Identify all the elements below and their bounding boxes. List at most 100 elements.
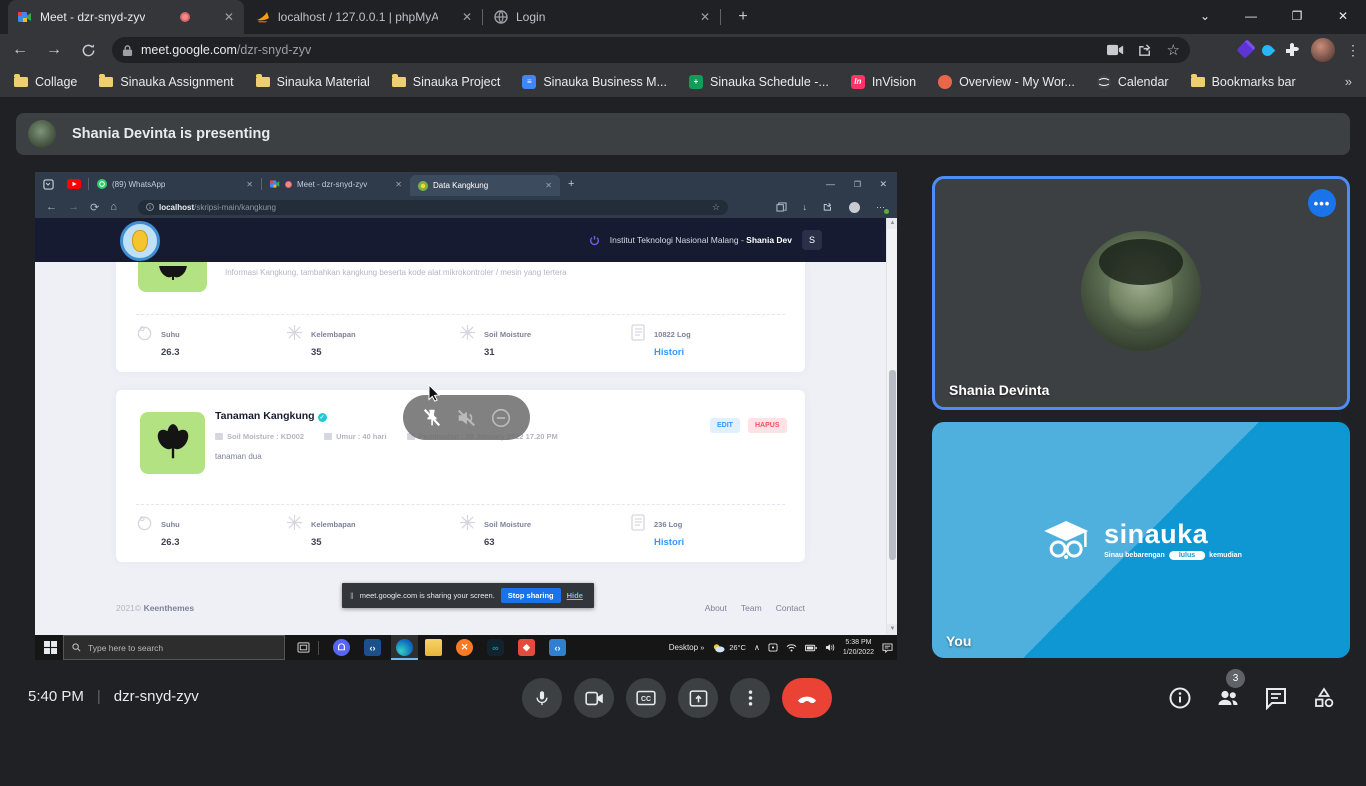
vscode-icon[interactable]: ‹› — [364, 639, 381, 656]
tab-camera-icon[interactable] — [1107, 44, 1124, 56]
battery-icon[interactable] — [805, 644, 817, 652]
edge-profile-avatar[interactable] — [849, 202, 860, 213]
extensions-puzzle-icon[interactable] — [1284, 42, 1300, 58]
bookmark-star-icon[interactable]: ☆ — [1167, 41, 1180, 59]
edge-taskbar-highlight[interactable] — [391, 635, 418, 660]
edit-button[interactable]: EDIT — [710, 418, 740, 433]
edge-tab-meet[interactable]: Meet - dzr-snyd-zyv✕ — [262, 172, 410, 196]
bookmark-sinauka-material[interactable]: Sinauka Material — [256, 75, 370, 89]
participant-tile-you[interactable]: sinauka Sinau bebarengan lulus kemudian … — [932, 422, 1350, 658]
footer-link-contact[interactable]: Contact — [776, 603, 805, 613]
window-minimize-button[interactable]: — — [1228, 0, 1274, 32]
footer-link-about[interactable]: About — [705, 603, 727, 613]
chrome-menu-icon[interactable]: ⋮ — [1346, 42, 1360, 59]
red-app-icon[interactable]: ◆ — [518, 639, 535, 656]
tile-options-button[interactable]: ••• — [1308, 189, 1336, 217]
edge-restore-icon[interactable]: ❐ — [854, 180, 861, 189]
bookmark-calendar[interactable]: Calendar — [1097, 75, 1169, 89]
edge-menu-icon[interactable]: ⋯ — [876, 202, 885, 213]
desktop-toolbar-label[interactable]: Desktop » — [669, 643, 705, 652]
bookmarks-overflow-icon[interactable]: » — [1345, 74, 1352, 89]
hide-share-bar-link[interactable]: Hide — [567, 591, 583, 600]
hapus-button[interactable]: HAPUS — [748, 418, 787, 433]
wifi-icon[interactable] — [786, 643, 797, 652]
end-call-button[interactable] — [782, 678, 832, 718]
edge-minimize-icon[interactable]: — — [826, 179, 835, 189]
bookmark-sinauka-assignment[interactable]: Sinauka Assignment — [99, 75, 233, 89]
taskbar-clock[interactable]: 5:38 PM1/20/2022 — [843, 638, 874, 657]
arduino-icon[interactable]: ∞ — [487, 639, 504, 656]
participant-tile-shania[interactable]: ••• Shania Devinta — [932, 176, 1350, 410]
window-restore-button[interactable]: ❐ — [1274, 0, 1320, 32]
camera-button[interactable] — [574, 678, 614, 718]
meeting-details-button[interactable] — [1168, 686, 1192, 710]
bookmark-collage[interactable]: Collage — [14, 75, 77, 89]
edge-reload-icon[interactable]: ⟳ — [90, 201, 99, 214]
reload-button[interactable] — [74, 36, 102, 64]
tab-close-icon[interactable]: ✕ — [700, 10, 710, 24]
page-scrollbar[interactable]: ▲ ▼ — [886, 218, 897, 635]
collections-icon[interactable] — [776, 202, 787, 212]
downloads-icon[interactable]: ↓ — [803, 202, 808, 212]
extension-purple-icon[interactable] — [1237, 42, 1254, 59]
bookmark-sinauka-project[interactable]: Sinauka Project — [392, 75, 501, 89]
scrollbar-thumb[interactable] — [889, 370, 896, 560]
edge-tab-close-icon[interactable]: ✕ — [545, 181, 552, 190]
forward-button[interactable]: → — [40, 36, 68, 64]
edge-close-icon[interactable]: ✕ — [879, 179, 887, 190]
share-icon[interactable] — [1138, 43, 1153, 58]
tab-close-icon[interactable]: ✕ — [224, 10, 234, 24]
extension-drop-icon[interactable] — [1260, 42, 1276, 58]
user-avatar-letter[interactable]: S — [802, 230, 822, 250]
xampp-icon[interactable]: ✕ — [456, 639, 473, 656]
edge-tab-close-icon[interactable]: ✕ — [246, 180, 253, 189]
taskbar-search-box[interactable]: Type here to search — [63, 635, 285, 660]
histori-link[interactable]: Histori — [654, 347, 684, 358]
edge-back-icon[interactable]: ← — [46, 201, 57, 213]
address-bar[interactable]: meet.google.com/dzr-snyd-zyv ☆ — [112, 37, 1190, 63]
discord-icon[interactable]: ᗝ — [333, 639, 350, 656]
chat-button[interactable] — [1264, 686, 1288, 710]
stop-sharing-button[interactable]: Stop sharing — [501, 588, 561, 603]
edge-tab-whatsapp[interactable]: (89) WhatsApp✕ — [89, 172, 261, 196]
edge-new-tab-icon[interactable]: + — [568, 178, 574, 190]
youtube-pinned-tab-icon[interactable] — [67, 179, 81, 189]
activities-button[interactable] — [1312, 686, 1336, 710]
pause-share-icon[interactable]: ‖ — [350, 591, 354, 601]
action-center-icon[interactable] — [882, 643, 893, 653]
captions-button[interactable]: CC — [626, 678, 666, 718]
edge-tab-close-icon[interactable]: ✕ — [395, 180, 402, 189]
present-button[interactable] — [678, 678, 718, 718]
tab-actions-icon[interactable] — [43, 179, 54, 190]
tab-close-icon[interactable]: ✕ — [462, 10, 472, 24]
tab-login[interactable]: Login ✕ — [484, 0, 720, 34]
bookmark-sinauka-schedule[interactable]: +Sinauka Schedule -... — [689, 75, 829, 89]
more-options-button[interactable] — [730, 678, 770, 718]
edge-share-icon[interactable] — [823, 202, 833, 212]
start-button-icon[interactable] — [44, 641, 57, 654]
file-explorer-icon[interactable] — [425, 639, 442, 656]
task-view-icon[interactable] — [297, 642, 310, 653]
histori-link[interactable]: Histori — [654, 537, 684, 548]
itn-logo[interactable] — [120, 221, 160, 261]
weather-widget[interactable]: 26°C — [712, 643, 746, 653]
edge-address-bar[interactable]: localhost/skripsi-main/kangkung ☆ — [138, 200, 728, 215]
tab-phpmyadmin[interactable]: localhost / 127.0.0.1 | phpMyAdm ✕ — [246, 0, 482, 34]
vscode2-icon[interactable]: ‹› — [549, 639, 566, 656]
tray-device-icon[interactable] — [768, 643, 778, 652]
back-button[interactable]: ← — [6, 36, 34, 64]
participants-button[interactable] — [1216, 686, 1240, 710]
footer-link-team[interactable]: Team — [741, 603, 762, 613]
window-menu-chevron-icon[interactable]: ⌄ — [1182, 0, 1228, 32]
edge-tab-data-kangkung[interactable]: Data Kangkung✕ — [410, 175, 560, 196]
desktop-chevron-icon[interactable]: » — [700, 645, 704, 652]
edge-forward-icon[interactable]: → — [68, 201, 79, 213]
profile-avatar[interactable] — [1311, 38, 1335, 62]
edge-home-icon[interactable]: ⌂ — [110, 201, 117, 213]
tray-expand-icon[interactable]: ∧ — [754, 643, 760, 652]
speaker-icon[interactable] — [825, 643, 835, 652]
edge-favorite-star-icon[interactable]: ☆ — [712, 202, 720, 213]
tab-meet[interactable]: Meet - dzr-snyd-zyv ✕ — [8, 0, 244, 34]
plant-title[interactable]: Tanaman Kangkung ✓ — [215, 410, 327, 422]
scroll-down-icon[interactable]: ▼ — [887, 624, 897, 635]
